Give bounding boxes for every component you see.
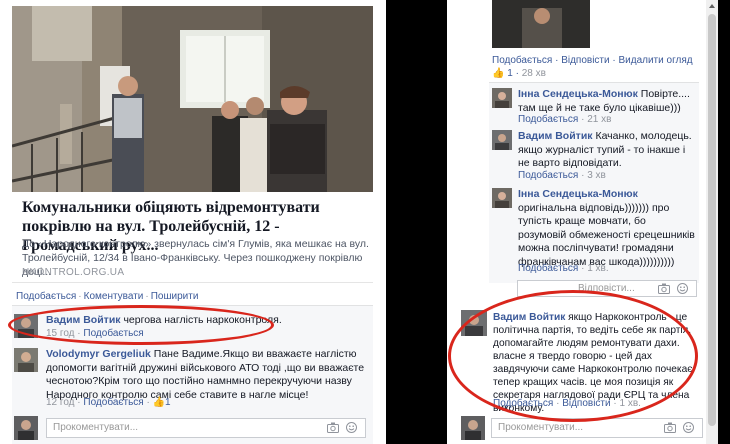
comment-input-placeholder: Прокоментувати... [498,422,584,433]
avatar-photo-icon [14,416,38,440]
like-link[interactable]: Подобається [83,397,143,408]
comment-author[interactable]: Volodymyr Gergeliuk [46,348,151,360]
avatar-photo-icon [492,130,512,150]
article-domain: NKONTROL.ORG.UA [22,267,125,278]
thumbs-up-icon[interactable]: 👍 [492,68,504,79]
scrollbar-thumb[interactable] [708,14,716,426]
avatar[interactable] [492,188,512,208]
reply-time[interactable]: 3 хв [587,170,606,181]
thumbnail-image [492,0,590,48]
reply-time[interactable]: 21 хв [587,114,611,125]
previous-post-actions: Подобається · Відповісти · Видалити огля… [492,55,693,66]
reply-input-placeholder: Відповісти... [578,283,635,294]
like-count[interactable]: 1 [507,68,513,79]
emoji-icon[interactable] [346,422,357,433]
comment-time[interactable]: 12 год [46,397,75,408]
avatar [461,416,485,440]
comment-input[interactable]: Прокоментувати... [491,418,703,438]
previous-post-likes: 👍 1 · 28 хв [492,68,546,79]
left-post-panel: Комунальники обіцяють відремонтувати пок… [0,0,386,444]
share-link[interactable]: Поширити [151,291,199,302]
divider [12,282,373,283]
reply-message: оригінальна відповідь))))))) про тупість… [518,201,695,268]
reply-text: Інна Сендецька-Монюк Повірте.... там ще … [518,88,696,115]
separator-dot: · [78,291,82,302]
camera-icon[interactable] [664,422,676,433]
comments-section: Вадим Войтик чергова наглість наркоконтр… [12,305,373,444]
like-link[interactable]: Подобається [492,55,552,66]
comment-time[interactable]: 28 хв [522,68,546,79]
avatar[interactable] [461,310,487,336]
like-link[interactable]: Подобається [493,398,553,409]
comment-author[interactable]: Вадим Войтик [493,312,565,323]
reply-author[interactable]: Вадим Войтик [518,130,593,142]
avatar[interactable] [14,348,38,372]
remove-preview-link[interactable]: Видалити огляд [618,55,692,66]
avatar [14,416,38,440]
comment-author[interactable]: Вадим Войтик [46,314,121,326]
avatar-photo-icon [461,416,485,440]
like-count[interactable]: 1 [165,397,171,408]
comment-input-placeholder: Прокоментувати... [53,422,139,433]
avatar-photo-icon [461,310,487,336]
emoji-icon[interactable] [677,283,688,294]
avatar-photo-icon [492,188,512,208]
emoji-icon[interactable] [683,422,694,433]
reply-link[interactable]: Відповісти [562,398,610,409]
like-link[interactable]: Подобається [518,114,578,125]
avatar[interactable] [14,314,38,338]
avatar[interactable] [492,88,512,108]
right-comments-panel: Подобається · Відповісти · Видалити огля… [447,0,718,444]
thumbs-up-icon[interactable]: 👍 [153,397,165,408]
reply-meta: Подобається · 21 хв [518,114,612,125]
like-link[interactable]: Подобається [83,328,143,339]
article-photo[interactable] [12,6,373,192]
reply-text: Інна Сендецька-Монюк оригінальна відпові… [518,188,696,269]
comment-link[interactable]: Коментувати [84,291,144,302]
scrollbar[interactable] [706,0,718,444]
comment-message: чергова наглість наркоконтроля. [123,314,282,326]
camera-icon[interactable] [658,283,670,294]
reply-text: Вадим Войтик Качанко, молодець. якщо жур… [518,130,696,171]
avatar-photo-icon [14,314,38,338]
reply-meta: Подобається · 3 хв [518,170,606,181]
comment-time[interactable]: 15 год [46,328,75,339]
reply-input[interactable]: Відповісти... [517,280,697,297]
previous-post-thumbnail[interactable] [492,0,590,48]
reply-meta: Подобається · 1 хв. [518,263,609,274]
separator-dot: · [145,291,149,302]
reply-author[interactable]: Інна Сендецька-Монюк [518,188,638,200]
scroll-up-arrow-icon[interactable] [708,2,716,10]
like-link[interactable]: Подобається [518,170,578,181]
reply-link[interactable]: Відповісти [561,55,609,66]
camera-icon[interactable] [327,422,339,433]
like-link[interactable]: Подобається [16,291,76,302]
comment-meta: 15 год · Подобається [46,328,144,339]
comment-time[interactable]: 1 хв. [619,398,640,409]
reply-time[interactable]: 1 хв. [587,263,608,274]
stairwell-photo-graphic [12,6,373,192]
comment-meta: Подобається · Відповісти · 1 хв. [493,398,641,409]
comment-text: Volodymyr Gergeliuk Пане Вадиме.Якщо ви … [46,348,368,402]
post-actions-bar: Подобається · Коментувати · Поширити [16,291,198,302]
like-link[interactable]: Подобається [518,263,578,274]
comment-meta: 12 год · Подобається · 👍1 [46,397,171,408]
avatar[interactable] [492,130,512,150]
comment-input[interactable]: Прокоментувати... [46,418,366,438]
comment-text: Вадим Войтик чергова наглість наркоконтр… [46,314,366,328]
avatar-photo-icon [492,88,512,108]
reply-author[interactable]: Інна Сендецька-Монюк [518,88,638,100]
avatar-photo-icon [14,348,38,372]
